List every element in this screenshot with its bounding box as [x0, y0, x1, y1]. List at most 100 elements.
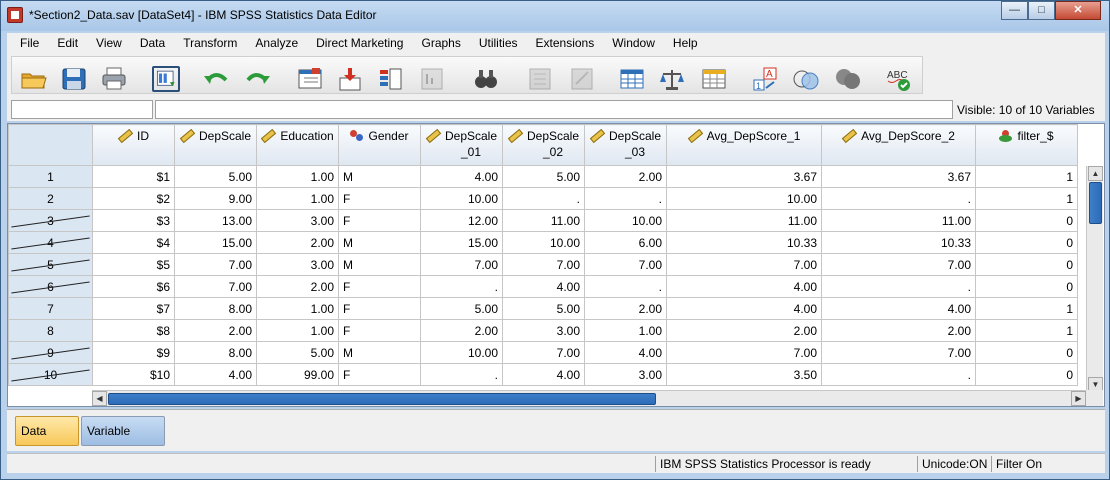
data-cell[interactable]: 0 [975, 231, 1078, 254]
data-cell[interactable]: 12.00 [420, 209, 503, 232]
data-cell[interactable]: 3.50 [666, 363, 822, 386]
data-cell[interactable]: M [338, 253, 421, 276]
data-cell[interactable]: 2.00 [174, 319, 257, 342]
menu-window[interactable]: Window [603, 36, 664, 50]
select-cases-icon[interactable] [700, 66, 728, 92]
row-number[interactable]: 2 [8, 187, 93, 210]
data-cell[interactable]: . [821, 275, 976, 298]
data-cell[interactable]: . [821, 187, 976, 210]
menu-graphs[interactable]: Graphs [412, 36, 469, 50]
save-icon[interactable] [60, 66, 88, 92]
data-cell[interactable]: 0 [975, 209, 1078, 232]
column-header[interactable]: filter_$ [975, 124, 1078, 166]
data-cell[interactable]: M [338, 231, 421, 254]
data-cell[interactable]: 15.00 [174, 231, 257, 254]
menu-utilities[interactable]: Utilities [470, 36, 527, 50]
data-cell[interactable]: F [338, 275, 421, 298]
column-header[interactable]: DepScale _02 [502, 124, 585, 166]
maximize-button[interactable]: □ [1028, 1, 1055, 20]
data-cell[interactable]: $9 [92, 341, 175, 364]
menu-direct-marketing[interactable]: Direct Marketing [307, 36, 412, 50]
cell-name-box[interactable] [11, 100, 153, 119]
data-cell[interactable]: 13.00 [174, 209, 257, 232]
menu-file[interactable]: File [11, 36, 48, 50]
data-cell[interactable]: 5.00 [502, 165, 585, 188]
find-icon[interactable] [472, 66, 500, 92]
data-cell[interactable]: 0 [975, 341, 1078, 364]
data-cell[interactable]: 3.00 [256, 253, 339, 276]
column-header[interactable]: Avg_DepScore_2 [821, 124, 976, 166]
data-cell[interactable]: 4.00 [821, 297, 976, 320]
print-icon[interactable] [100, 66, 128, 92]
open-folder-icon[interactable] [20, 66, 48, 92]
data-cell[interactable]: . [502, 187, 585, 210]
data-cell[interactable]: $2 [92, 187, 175, 210]
data-cell[interactable]: 10.00 [420, 341, 503, 364]
data-cell[interactable]: 4.00 [502, 275, 585, 298]
data-cell[interactable]: . [584, 275, 667, 298]
row-number[interactable]: 1 [8, 165, 93, 188]
data-cell[interactable]: . [420, 363, 503, 386]
tab-data-view[interactable]: Data View [15, 416, 79, 466]
data-cell[interactable]: 8.00 [174, 341, 257, 364]
data-cell[interactable]: 0 [975, 253, 1078, 276]
data-cell[interactable]: 4.00 [666, 297, 822, 320]
go-to-variable-icon[interactable] [336, 66, 364, 92]
spss-app-icon[interactable] [7, 7, 23, 23]
menu-analyze[interactable]: Analyze [246, 36, 307, 50]
row-number-filtered[interactable]: 10 [8, 363, 93, 386]
data-cell[interactable]: 7.00 [584, 253, 667, 276]
row-number-filtered[interactable]: 5 [8, 253, 93, 276]
data-cell[interactable]: 3.67 [821, 165, 976, 188]
data-cell[interactable]: 0 [975, 363, 1078, 386]
column-header[interactable]: Avg_DepScore_1 [666, 124, 822, 166]
data-cell[interactable]: 7.00 [174, 275, 257, 298]
data-cell[interactable]: 2.00 [256, 275, 339, 298]
show-all-variables-icon[interactable] [834, 66, 862, 92]
row-number-filtered[interactable]: 6 [8, 275, 93, 298]
horizontal-scroll-thumb[interactable] [108, 393, 656, 405]
data-cell[interactable]: 7.00 [821, 253, 976, 276]
data-cell[interactable]: 2.00 [256, 231, 339, 254]
data-cell[interactable]: $6 [92, 275, 175, 298]
column-header[interactable]: ID [92, 124, 175, 166]
data-cell[interactable]: $1 [92, 165, 175, 188]
data-cell[interactable]: M [338, 341, 421, 364]
data-cell[interactable]: 9.00 [174, 187, 257, 210]
variables-icon[interactable] [376, 66, 404, 92]
data-cell[interactable]: 1.00 [256, 165, 339, 188]
data-cell[interactable]: 2.00 [420, 319, 503, 342]
data-cell[interactable]: 2.00 [584, 297, 667, 320]
data-cell[interactable]: 1.00 [256, 297, 339, 320]
data-cell[interactable]: 7.00 [821, 341, 976, 364]
data-cell[interactable]: $10 [92, 363, 175, 386]
data-cell[interactable]: F [338, 297, 421, 320]
data-cell[interactable]: F [338, 363, 421, 386]
data-cell[interactable]: 6.00 [584, 231, 667, 254]
cell-value-editor[interactable] [155, 100, 953, 119]
menu-transform[interactable]: Transform [174, 36, 246, 50]
row-number-filtered[interactable]: 9 [8, 341, 93, 364]
row-number-filtered[interactable]: 3 [8, 209, 93, 232]
menu-view[interactable]: View [87, 36, 131, 50]
data-cell[interactable]: 8.00 [174, 297, 257, 320]
data-cell[interactable]: 10.33 [666, 231, 822, 254]
column-header[interactable]: DepScale _01 [420, 124, 503, 166]
data-cell[interactable]: 2.00 [821, 319, 976, 342]
data-cell[interactable]: 5.00 [256, 341, 339, 364]
data-cell[interactable]: $4 [92, 231, 175, 254]
menu-data[interactable]: Data [131, 36, 174, 50]
row-number[interactable]: 8 [8, 319, 93, 342]
data-cell[interactable]: 11.00 [821, 209, 976, 232]
data-cell[interactable]: F [338, 209, 421, 232]
column-header[interactable]: Education [256, 124, 339, 166]
scroll-right-arrow-icon[interactable]: ▶ [1071, 391, 1086, 406]
horizontal-scrollbar[interactable]: ◀ ▶ [92, 390, 1086, 406]
vertical-scrollbar[interactable]: ▲ ▼ [1086, 166, 1103, 392]
tab-variable-view[interactable]: Variable View [81, 416, 165, 466]
data-cell[interactable]: 10.33 [821, 231, 976, 254]
data-cell[interactable]: 1.00 [584, 319, 667, 342]
use-variable-sets-icon[interactable] [792, 66, 820, 92]
data-cell[interactable]: 7.00 [174, 253, 257, 276]
data-cell[interactable]: 5.00 [174, 165, 257, 188]
